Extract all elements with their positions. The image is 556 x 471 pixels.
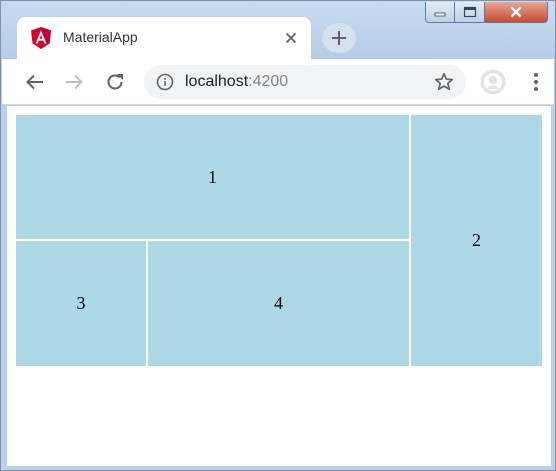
url-port: :4200 xyxy=(248,73,289,90)
tile-label: 2 xyxy=(472,230,481,250)
grid-tile-2: 2 xyxy=(411,115,542,366)
angular-icon xyxy=(31,27,51,49)
close-icon xyxy=(510,6,522,18)
page-viewport: 1 2 3 4 xyxy=(7,106,551,466)
maximize-button[interactable] xyxy=(455,2,485,23)
profile-avatar-icon[interactable] xyxy=(480,69,506,95)
grid-list: 1 2 3 4 xyxy=(16,115,543,367)
tile-label: 1 xyxy=(208,166,217,187)
new-tab-button[interactable] xyxy=(322,23,356,53)
browser-window: MaterialApp localhost:4200 1 2 3 4 xyxy=(0,0,556,471)
menu-kebab-icon[interactable] xyxy=(526,71,546,93)
grid-tile-1: 1 xyxy=(16,115,409,239)
forward-arrow-icon[interactable] xyxy=(63,71,85,93)
minimize-icon xyxy=(434,12,446,17)
info-icon[interactable] xyxy=(156,73,174,91)
browser-toolbar: localhost:4200 xyxy=(2,59,554,105)
grid-tile-4: 4 xyxy=(148,241,409,366)
back-arrow-icon[interactable] xyxy=(24,71,46,93)
browser-tab[interactable]: MaterialApp xyxy=(17,17,311,59)
url-host: localhost xyxy=(185,73,249,90)
tile-label: 4 xyxy=(274,293,283,313)
window-close-button[interactable] xyxy=(485,2,548,23)
plus-icon xyxy=(332,31,346,45)
tab-title: MaterialApp xyxy=(63,29,138,45)
minimize-button[interactable] xyxy=(425,2,455,23)
url-text[interactable]: localhost:4200 xyxy=(185,73,288,91)
address-bar[interactable]: localhost:4200 xyxy=(144,65,466,99)
grid-tile-3: 3 xyxy=(16,241,146,366)
bookmark-star-icon[interactable] xyxy=(434,72,454,92)
reload-icon[interactable] xyxy=(104,71,126,93)
maximize-icon xyxy=(463,6,476,18)
close-tab-icon[interactable] xyxy=(283,30,299,46)
tile-label: 3 xyxy=(76,293,86,313)
title-bar: MaterialApp xyxy=(1,1,555,59)
